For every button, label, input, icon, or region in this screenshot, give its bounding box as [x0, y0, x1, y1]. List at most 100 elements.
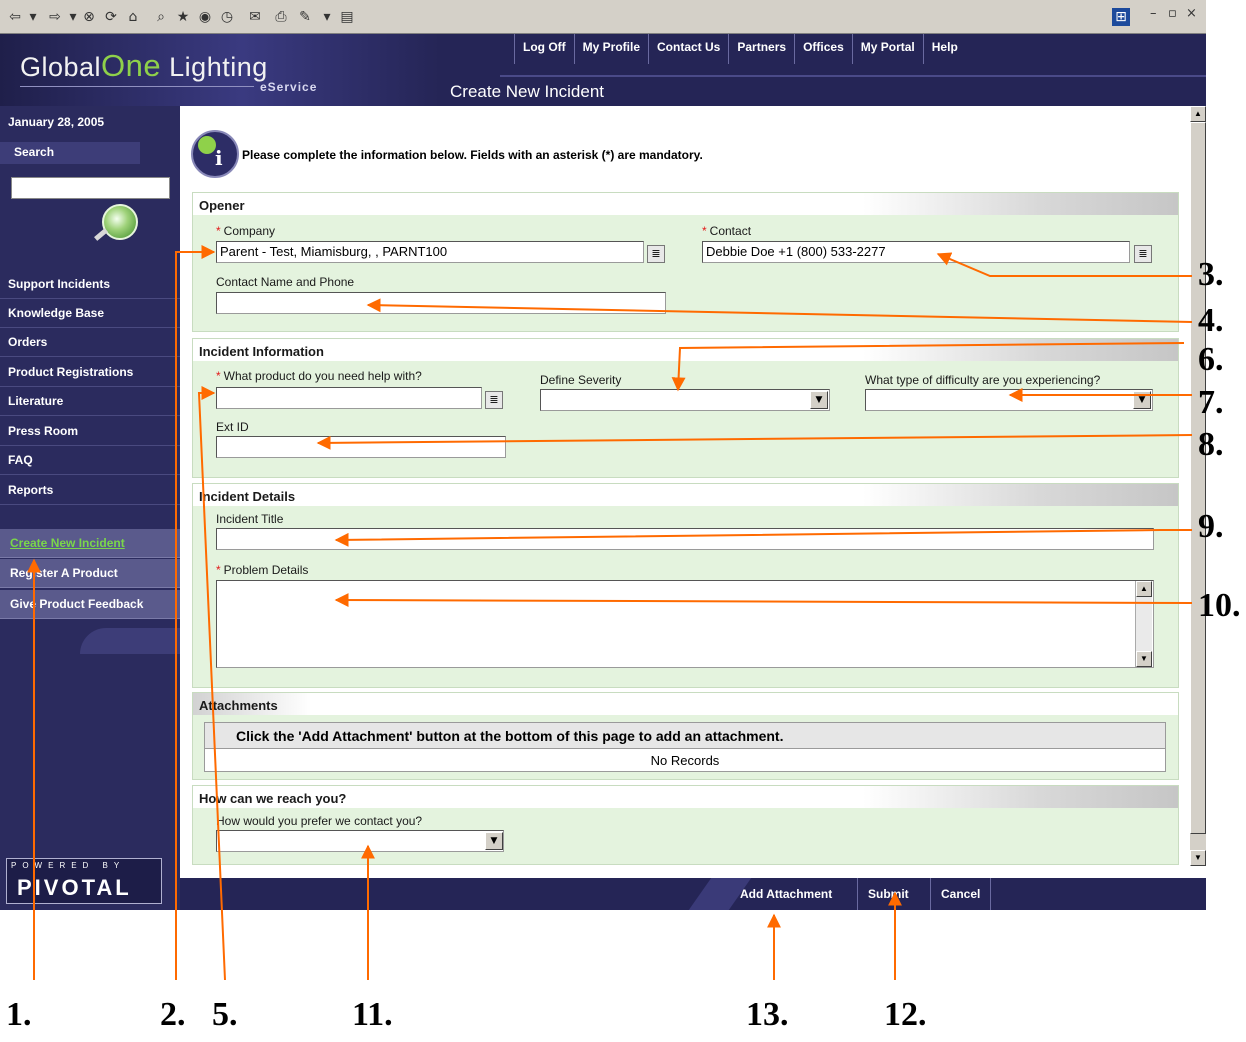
- incident-title-label: Incident Title: [216, 512, 284, 526]
- search-label: Search: [0, 142, 140, 164]
- nav-my-portal[interactable]: My Portal: [851, 34, 923, 64]
- callout-4: 4.: [1198, 302, 1224, 339]
- nav-my-profile[interactable]: My Profile: [573, 34, 648, 64]
- callout-12: 12.: [884, 996, 927, 1033]
- contact-preference-select[interactable]: [216, 830, 504, 852]
- back-icon[interactable]: ⇦: [6, 8, 24, 26]
- ext-id-field[interactable]: [216, 436, 506, 458]
- callout-2: 2.: [160, 996, 186, 1033]
- favorites-icon[interactable]: ★: [174, 8, 192, 26]
- current-date: January 28, 2005: [8, 115, 105, 129]
- severity-chevron-down-icon[interactable]: ▼: [810, 391, 828, 409]
- maximize-icon[interactable]: ▫: [1168, 6, 1177, 21]
- textarea-scrollbar[interactable]: ▲ ▼: [1135, 581, 1152, 667]
- section-title-incident-information: Incident Information: [199, 344, 324, 359]
- scroll-down-icon[interactable]: ▼: [1190, 850, 1206, 866]
- severity-select[interactable]: [540, 389, 830, 411]
- edit-dropdown-icon[interactable]: ▾: [318, 8, 336, 26]
- callout-11: 11.: [352, 996, 393, 1033]
- sidebar-item-reports[interactable]: Reports: [0, 476, 180, 505]
- brand-logo[interactable]: GlobalOne Lighting: [20, 48, 268, 84]
- company-field[interactable]: Parent - Test, Miamisburg, , PARNT100: [216, 241, 644, 263]
- scroll-up-icon[interactable]: ▲: [1190, 106, 1206, 122]
- scroll-thumb[interactable]: [1190, 122, 1206, 834]
- add-attachment-button[interactable]: Add Attachment: [730, 878, 842, 910]
- nav-log-off[interactable]: Log Off: [514, 34, 574, 64]
- product-lookup-icon[interactable]: ≣: [485, 391, 503, 409]
- home-icon[interactable]: ⌂: [124, 8, 142, 26]
- sidebar-item-support-incidents[interactable]: Support Incidents: [0, 270, 180, 299]
- contact-field[interactable]: Debbie Doe +1 (800) 533-2277: [702, 241, 1130, 263]
- required-marker: *: [216, 563, 221, 577]
- difficulty-chevron-down-icon[interactable]: ▼: [1133, 391, 1151, 409]
- close-icon[interactable]: ×: [1186, 6, 1197, 21]
- sidebar-item-product-registrations[interactable]: Product Registrations: [0, 358, 180, 387]
- mail-icon[interactable]: ✉: [246, 8, 264, 26]
- history-icon[interactable]: ◷: [218, 8, 236, 26]
- brand-text-one: One: [101, 48, 162, 83]
- required-marker: *: [216, 369, 221, 383]
- required-marker: *: [216, 224, 221, 238]
- contact-preference-chevron-down-icon[interactable]: ▼: [485, 832, 503, 850]
- textarea-scroll-up-icon[interactable]: ▲: [1136, 581, 1152, 597]
- discuss-icon[interactable]: ▤: [338, 8, 356, 26]
- back-dropdown-icon[interactable]: ▾: [24, 8, 42, 26]
- difficulty-label: What type of difficulty are you experien…: [865, 373, 1101, 387]
- sidebar-item-faq[interactable]: FAQ: [0, 446, 180, 475]
- page-scrollbar[interactable]: ▲ ▼: [1190, 106, 1206, 866]
- callout-8: 8.: [1198, 426, 1224, 463]
- contact-name-phone-label: Contact Name and Phone: [216, 275, 355, 289]
- submit-button[interactable]: Submit: [857, 878, 919, 910]
- incident-title-field[interactable]: [216, 528, 1154, 550]
- sidebar: January 28, 2005 Search Support Incident…: [0, 106, 180, 910]
- contact-lookup-icon[interactable]: ≣: [1134, 245, 1152, 263]
- sidebar-item-orders[interactable]: Orders: [0, 328, 180, 357]
- search-icon[interactable]: ⌕: [152, 8, 170, 26]
- callout-13: 13.: [746, 996, 789, 1033]
- callout-3: 3.: [1198, 256, 1224, 293]
- callout-5: 5.: [212, 996, 238, 1033]
- cancel-button[interactable]: Cancel: [930, 878, 992, 910]
- problem-details-textarea[interactable]: [216, 580, 1154, 668]
- ext-id-label: Ext ID: [216, 420, 249, 434]
- difficulty-select[interactable]: [865, 389, 1153, 411]
- nav-partners[interactable]: Partners: [728, 34, 794, 64]
- form-instructions: Please complete the information below. F…: [242, 148, 703, 162]
- company-lookup-icon[interactable]: ≣: [647, 245, 665, 263]
- sidebar-item-literature[interactable]: Literature: [0, 387, 180, 416]
- nav-offices[interactable]: Offices: [794, 34, 852, 64]
- refresh-icon[interactable]: ⟳: [102, 8, 120, 26]
- sidebar-item-create-new-incident[interactable]: Create New Incident: [0, 529, 180, 558]
- callout-1: 1.: [6, 996, 32, 1033]
- sidebar-item-give-product-feedback[interactable]: Give Product Feedback: [0, 590, 180, 619]
- action-bar: Add Attachment Submit Cancel: [180, 878, 1206, 910]
- minimize-icon[interactable]: –: [1150, 6, 1157, 21]
- stop-icon[interactable]: ⊗: [80, 8, 98, 26]
- sidebar-search-input[interactable]: [11, 177, 170, 199]
- contact-name-phone-field[interactable]: [216, 292, 666, 314]
- powered-by-label: POWERED BY: [11, 861, 126, 870]
- product-field[interactable]: [216, 387, 482, 409]
- browser-toolbar: ⇦ ▾ ⇨ ▾ ⊗ ⟳ ⌂ ⌕ ★ ◉ ◷ ✉ ⎙ ✎ ▾ ▤ ⊞ – ▫ ×: [0, 0, 1206, 34]
- pivotal-logo: POWERED BY PIVOTAL: [6, 858, 162, 904]
- textarea-scroll-down-icon[interactable]: ▼: [1136, 651, 1152, 667]
- windows-logo-icon: ⊞: [1112, 8, 1130, 26]
- print-icon[interactable]: ⎙: [272, 8, 290, 26]
- nav-help[interactable]: Help: [922, 34, 966, 64]
- site-header: GlobalOne Lighting eService Log Off My P…: [0, 34, 1206, 106]
- forward-icon[interactable]: ⇨: [46, 8, 64, 26]
- brand-subtitle: eService: [260, 80, 318, 94]
- sidebar-item-knowledge-base[interactable]: Knowledge Base: [0, 299, 180, 328]
- magnifier-search-icon[interactable]: [102, 204, 138, 240]
- callout-6: 6.: [1198, 341, 1224, 378]
- sidebar-item-register-a-product[interactable]: Register A Product: [0, 559, 180, 588]
- company-label: * Company: [216, 224, 276, 238]
- sidebar-item-press-room[interactable]: Press Room: [0, 417, 180, 446]
- nav-contact-us[interactable]: Contact Us: [648, 34, 728, 64]
- section-header: [193, 339, 1178, 361]
- media-icon[interactable]: ◉: [196, 8, 214, 26]
- section-title-attachments: Attachments: [199, 698, 278, 713]
- edit-icon[interactable]: ✎: [296, 8, 314, 26]
- attachments-grid-header: Click the 'Add Attachment' button at the…: [205, 723, 1165, 749]
- nav-divider: [500, 75, 1206, 77]
